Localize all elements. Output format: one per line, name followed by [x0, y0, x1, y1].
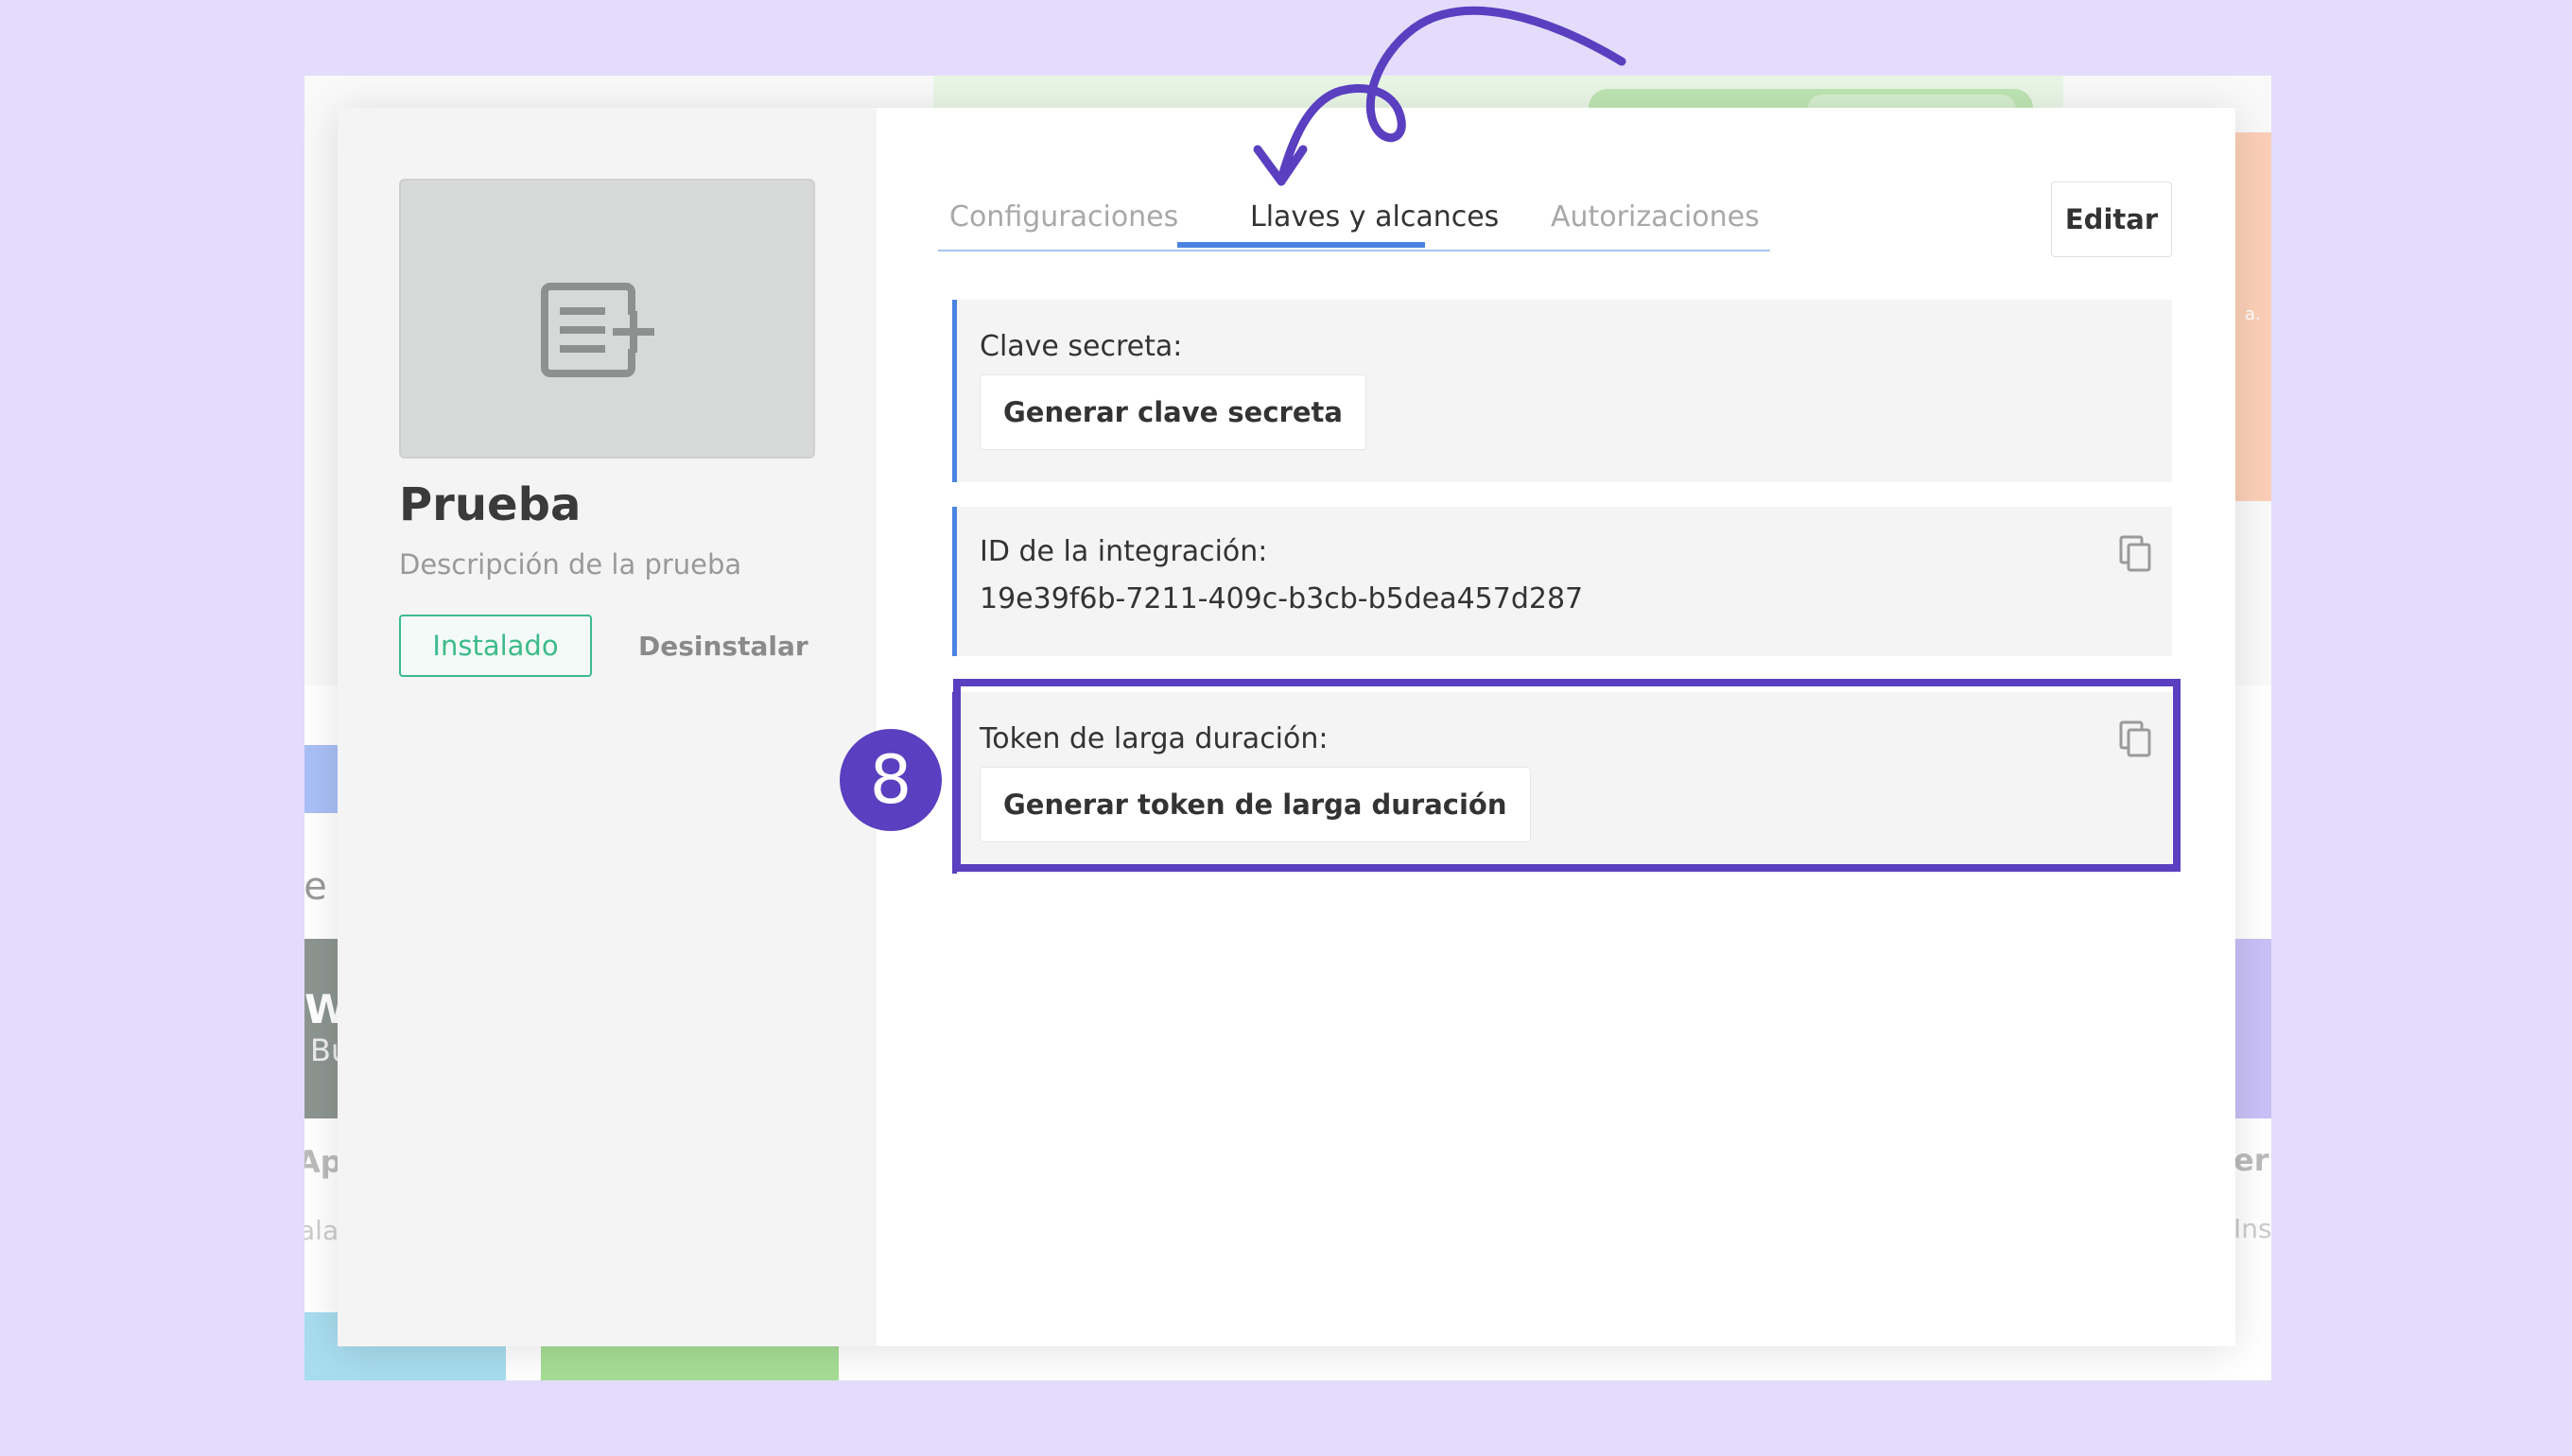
background-app-status-right: Ins — [2233, 1213, 2271, 1244]
secret-key-label: Clave secreta: — [980, 330, 1183, 363]
background-app-name-right: er — [2233, 1142, 2269, 1178]
installed-button[interactable]: Instalado — [399, 615, 592, 677]
integration-id-value: 19e39f6b-7211-409c-b3cb-b5dea457d287 — [980, 582, 1584, 615]
background-orange-text: a. — [2245, 304, 2261, 324]
integration-id-label: ID de la integración: — [980, 535, 1268, 568]
uninstall-button[interactable]: Desinstalar — [638, 615, 808, 677]
secret-key-card: Clave secreta: Generar clave secreta — [952, 300, 2172, 482]
background-section-heading: je — [304, 865, 327, 909]
background-app-tile-purple — [2233, 939, 2271, 1118]
integration-id-card: ID de la integración: 19e39f6b-7211-409c… — [952, 507, 2172, 656]
tab-configuraciones[interactable]: Configuraciones — [949, 183, 1178, 250]
integration-thumbnail — [399, 179, 815, 459]
active-tab-indicator — [1177, 242, 1425, 248]
add-list-icon — [541, 283, 658, 377]
generate-secret-button[interactable]: Generar clave secreta — [980, 374, 1366, 450]
step-number-badge: 8 — [840, 729, 942, 831]
highlight-box — [953, 679, 2181, 872]
integration-sidebar: Prueba Descripción de la prueba Instalad… — [338, 108, 877, 1346]
edit-button[interactable]: Editar — [2051, 182, 2172, 257]
integration-title: Prueba — [399, 478, 582, 531]
copy-icon[interactable] — [2119, 535, 2153, 573]
curved-arrow-icon — [1253, 6, 1626, 186]
integration-description: Descripción de la prueba — [399, 548, 742, 581]
background-blue-strip — [304, 745, 338, 813]
